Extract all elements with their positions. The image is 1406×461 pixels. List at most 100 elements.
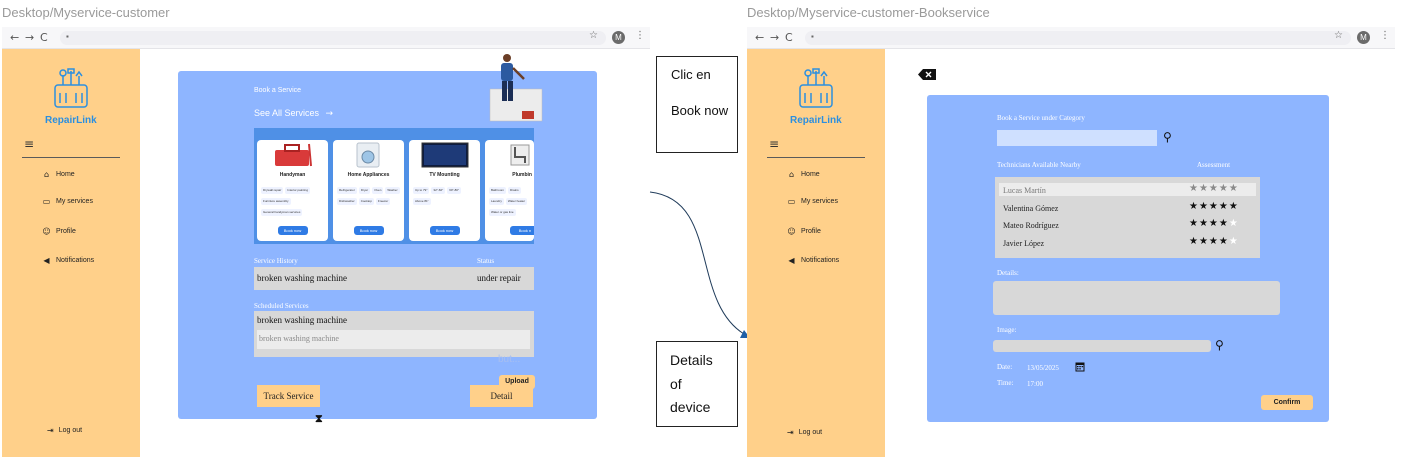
sidebar-item-home[interactable]: ⌂ Home xyxy=(42,170,75,179)
image-label: Image: xyxy=(997,326,1017,334)
chip: Furniture assembly xyxy=(261,198,291,205)
confirm-button[interactable]: Confirm xyxy=(1261,395,1313,410)
folder-icon: ▭ xyxy=(42,197,51,206)
technician-name[interactable]: Lucas Martín xyxy=(1003,186,1046,195)
profile-avatar[interactable]: M xyxy=(1357,31,1370,44)
category-label: Book a Service under Category xyxy=(997,114,1085,122)
history-item-text: broken washing machine xyxy=(257,273,347,283)
time-label: Time: xyxy=(997,379,1014,387)
logout-button[interactable]: ⇥ Log out xyxy=(47,426,82,435)
address-bar[interactable]: ▪ xyxy=(60,31,606,45)
see-all-services-link[interactable]: See All Services → xyxy=(254,108,333,119)
service-card-handyman: Handyman Drywall repair Interior painting… xyxy=(257,140,328,241)
chip: 60"-80" xyxy=(447,187,462,194)
annotation-text: Details xyxy=(670,352,713,368)
sidebar-item-label: Notifications xyxy=(56,257,95,264)
date-value[interactable]: 13/05/2025 xyxy=(1027,364,1059,372)
bookmark-star-icon[interactable]: ☆ xyxy=(589,30,598,41)
book-now-button[interactable]: Book now xyxy=(277,226,308,235)
service-history-row[interactable]: broken washing machine under repair xyxy=(254,267,534,290)
time-value[interactable]: 17:00 xyxy=(1027,380,1043,388)
technician-name[interactable]: Valentina Gómez xyxy=(1003,204,1058,213)
sidebar-item-home[interactable]: ⌂ Home xyxy=(787,170,820,179)
technician-name[interactable]: Javier López xyxy=(1003,239,1044,248)
card-chips: Up to 79" 32"-60" 60"-80" Above 81" xyxy=(412,184,477,206)
rating-stars: ★★★★★ xyxy=(1189,201,1239,212)
scheduled-detail-input[interactable]: broken washing machine xyxy=(257,330,530,349)
chip: Drains xyxy=(508,187,521,194)
service-card-home-appliances: Home Appliances Refrigerator Dryer Oven Was… xyxy=(333,140,404,241)
image-upload-field[interactable] xyxy=(993,340,1211,352)
card-title: Handyman xyxy=(279,172,306,178)
annotation-details-of-device: Details of device xyxy=(656,341,738,427)
home-icon: ⌂ xyxy=(788,170,795,179)
lock-icon: ▪ xyxy=(811,32,814,41)
chip: Up to 79" xyxy=(413,187,430,194)
track-service-button[interactable]: Track Service xyxy=(257,385,320,407)
status-label: Status xyxy=(477,257,495,265)
reload-icon[interactable]: C xyxy=(785,31,793,44)
logo-text: RepairLink xyxy=(790,115,842,126)
book-service-panel: Book a Service under Category ⚲ Technici… xyxy=(927,95,1329,422)
calendar-icon[interactable] xyxy=(1075,361,1085,372)
annotation-click-book-now: Clic en Book now xyxy=(656,56,738,153)
date-label: Date: xyxy=(997,363,1013,371)
category-search-input[interactable] xyxy=(997,130,1157,146)
card-chips: Drywall repair Interior painting Furniture… xyxy=(260,184,325,217)
search-icon[interactable]: ⚲ xyxy=(1163,130,1172,144)
browser-toolbar: ← → C ▪ ☆ M ⋮ xyxy=(747,27,1395,49)
sidebar-divider xyxy=(767,157,865,158)
backspace-close-icon[interactable] xyxy=(918,69,936,80)
sidebar-item-notifications[interactable]: ◀ Notifications xyxy=(787,256,839,265)
search-icon[interactable]: ⚲ xyxy=(1215,338,1224,352)
sidebar-item-profile[interactable]: ☺ Profile xyxy=(787,227,821,236)
scheduled-input-placeholder: broken washing machine xyxy=(259,334,339,343)
chip: Interior painting xyxy=(285,187,311,194)
chip: General handyman services xyxy=(261,209,303,216)
rating-stars: ★★★★★ xyxy=(1189,218,1239,229)
annotation-text: Clic en xyxy=(671,67,711,82)
tv-icon xyxy=(421,142,469,168)
logout-icon: ⇥ xyxy=(47,426,54,435)
chip: Refrigerator xyxy=(337,187,357,194)
profile-avatar[interactable]: M xyxy=(612,31,625,44)
sidebar-item-my-services[interactable]: ▭ My services xyxy=(42,197,93,206)
sidebar-item-label: Notifications xyxy=(801,257,840,264)
book-now-button[interactable]: Book now xyxy=(353,226,384,235)
sidebar-item-notifications[interactable]: ◀ Notifications xyxy=(42,256,94,265)
chip: Dryer xyxy=(358,187,371,194)
home-icon: ⌂ xyxy=(43,170,50,179)
chip: Water or gas line xyxy=(489,209,516,216)
sidebar-item-label: Home xyxy=(56,171,75,178)
hourglass-icon: ⧗ xyxy=(315,412,323,425)
detail-button[interactable]: Detail xyxy=(470,385,533,407)
book-now-button[interactable]: Book n xyxy=(510,226,534,235)
hamburger-menu-icon[interactable]: ≡ xyxy=(769,137,779,151)
technician-name[interactable]: Mateo Rodríguez xyxy=(1003,221,1059,230)
sidebar-item-profile[interactable]: ☺ Profile xyxy=(42,227,76,236)
book-now-button[interactable]: Book now xyxy=(429,226,460,235)
logout-button[interactable]: ⇥ Log out xyxy=(787,428,822,437)
reload-icon[interactable]: C xyxy=(40,31,48,44)
details-textarea[interactable] xyxy=(993,281,1280,315)
bookmark-star-icon[interactable]: ☆ xyxy=(1334,30,1343,41)
card-title: Plumbin xyxy=(512,172,532,178)
folder-icon: ▭ xyxy=(787,197,796,206)
flow-arrow-icon xyxy=(649,191,750,338)
forward-icon[interactable]: → xyxy=(25,31,34,44)
address-bar[interactable]: ▪ xyxy=(805,31,1351,45)
user-icon: ☺ xyxy=(42,227,51,236)
sidebar-item-label: My services xyxy=(801,198,838,205)
menu-kebab-icon[interactable]: ⋮ xyxy=(635,30,645,41)
sidebar: RepairLink ≡ ⌂ Home ▭ My services ☺ Profile… xyxy=(2,49,140,457)
service-history-label: Service History xyxy=(254,257,298,265)
chip: Oven xyxy=(372,187,384,194)
service-card-plumbing: Plumbin Bathroom Drains Laundry Water heate… xyxy=(485,140,534,241)
back-icon[interactable]: ← xyxy=(755,31,764,44)
menu-kebab-icon[interactable]: ⋮ xyxy=(1380,30,1390,41)
back-icon[interactable]: ← xyxy=(10,31,19,44)
forward-icon[interactable]: → xyxy=(770,31,779,44)
sidebar-item-my-services[interactable]: ▭ My services xyxy=(787,197,838,206)
card-title: TV Mounting xyxy=(429,172,460,178)
hamburger-menu-icon[interactable]: ≡ xyxy=(24,137,34,151)
